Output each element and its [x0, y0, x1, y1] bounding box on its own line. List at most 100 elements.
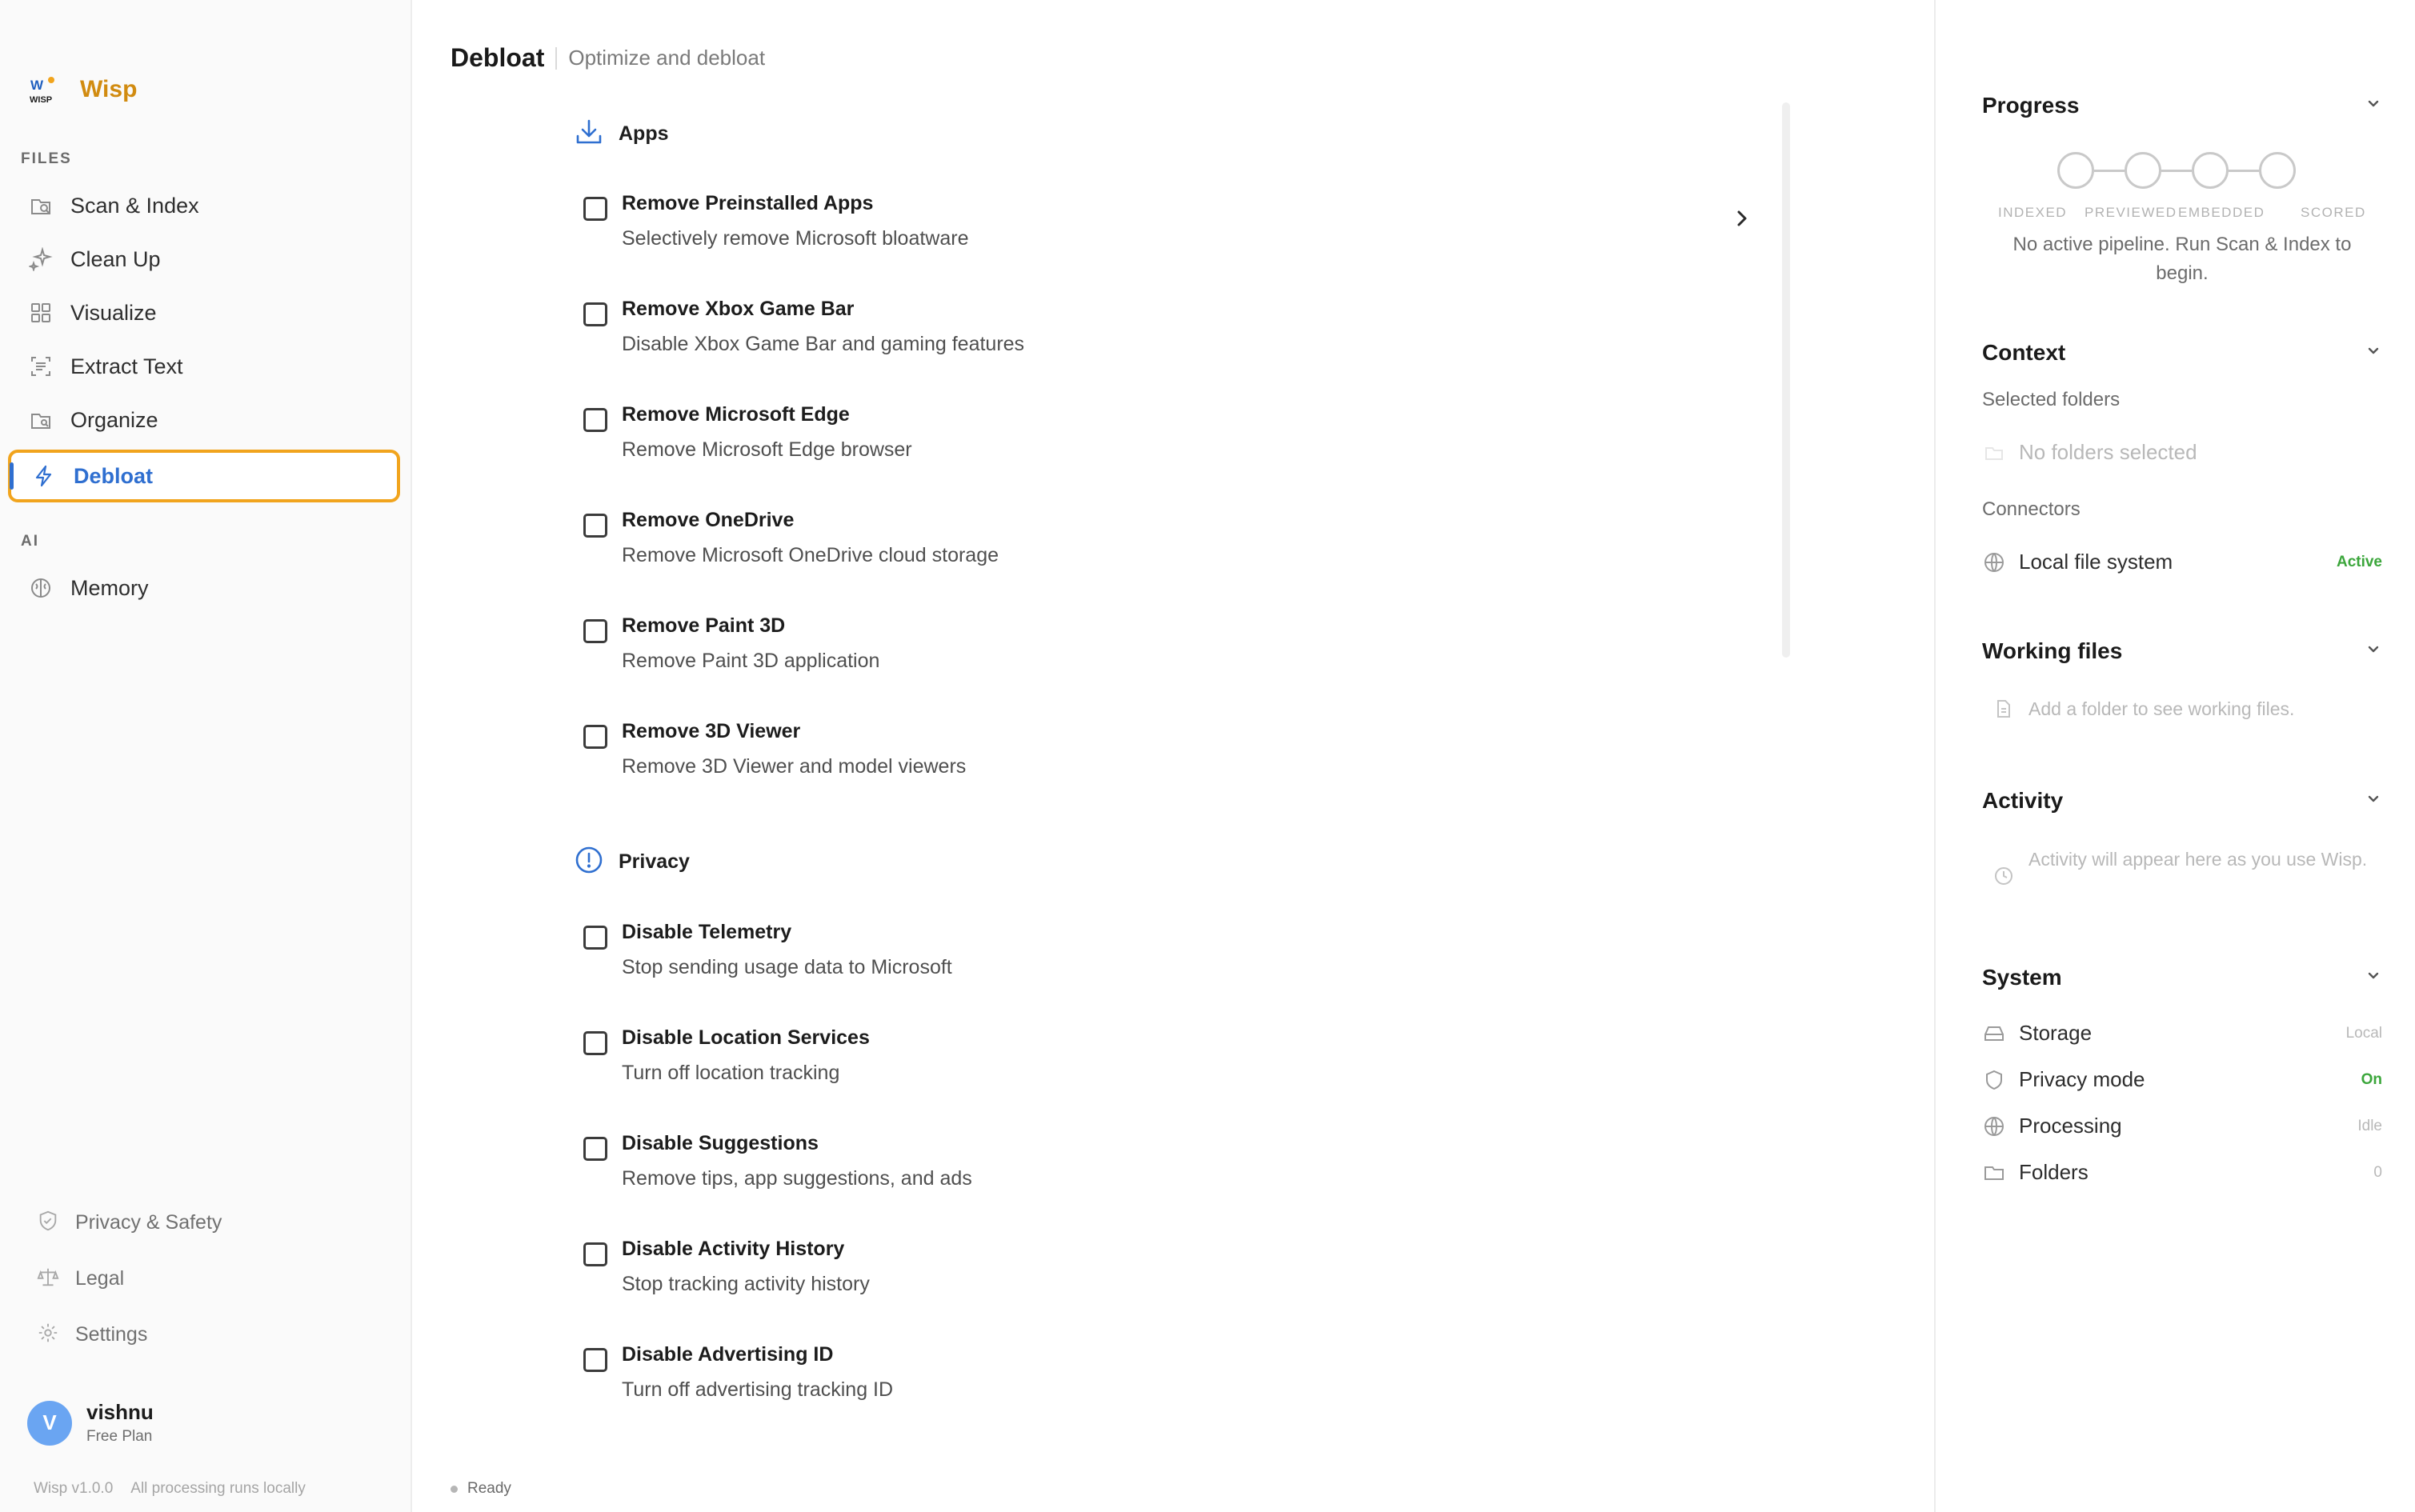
sidebar-item-label: Extract Text: [70, 354, 183, 378]
step-circle: [2259, 152, 2296, 189]
working-files-empty-row: Add a folder to see working files.: [1992, 697, 2392, 721]
download-icon: [574, 117, 604, 151]
version-info: Wisp v1.0.0 All processing runs locally: [34, 1480, 306, 1498]
sidebar-item-clean-up[interactable]: Clean Up: [8, 233, 400, 286]
folder-search-icon: [27, 406, 54, 434]
system-row-label: Storage: [2019, 1021, 2093, 1045]
sidebar-item-label: Organize: [70, 407, 158, 432]
text-scan-icon: [27, 353, 54, 380]
section-title: Progress: [1982, 93, 2080, 118]
chevron-down-icon[interactable]: [2365, 641, 2382, 662]
chevron-down-icon[interactable]: [2365, 342, 2382, 364]
user-profile[interactable]: V vishnu Free Plan: [27, 1400, 154, 1446]
pipeline-steps: [2057, 152, 2296, 189]
chevron-down-icon[interactable]: [2365, 95, 2382, 117]
sidebar-item-debloat[interactable]: Debloat: [8, 450, 400, 502]
group-header-privacy: Privacy: [574, 845, 690, 879]
chevron-right-icon[interactable]: [1732, 206, 1752, 234]
app-name: Wisp: [80, 76, 138, 102]
sidebar-item-organize[interactable]: Organize: [8, 394, 400, 446]
alert-circle-icon: [574, 845, 604, 879]
sidebar-item-visualize[interactable]: Visualize: [8, 286, 400, 339]
globe-icon: [1982, 1114, 2006, 1138]
footer-label: Privacy & Safety: [75, 1211, 222, 1234]
ai-section-label: AI: [21, 533, 39, 550]
sparkle-icon: [27, 246, 54, 273]
folder-icon: [1982, 441, 2006, 465]
status-bar: Ready: [451, 1480, 511, 1498]
checkbox[interactable]: [583, 408, 607, 432]
shield-icon: [1982, 1068, 2006, 1092]
connector-local-file-system[interactable]: Local file system Active: [1982, 550, 2382, 574]
connector-label: Local file system: [2019, 550, 2173, 574]
section-title: Context: [1982, 340, 2066, 365]
activity-empty-text: Activity will appear here as you use Wis…: [2029, 849, 2368, 870]
step-circle: [2057, 152, 2094, 189]
checkbox[interactable]: [583, 619, 607, 643]
checkbox[interactable]: [583, 1242, 607, 1266]
privacy-safety-link[interactable]: Privacy & Safety: [37, 1210, 222, 1236]
activity-section-header[interactable]: Activity: [1982, 788, 2382, 814]
user-plan: Free Plan: [86, 1428, 153, 1445]
system-row-privacy-mode: Privacy mode On: [1982, 1067, 2382, 1092]
legal-link[interactable]: Legal: [37, 1266, 124, 1292]
page-title: Debloat: [451, 43, 545, 72]
checkbox[interactable]: [583, 197, 607, 221]
system-section-header[interactable]: System: [1982, 965, 2382, 990]
checkbox[interactable]: [583, 302, 607, 326]
context-section-header[interactable]: Context: [1982, 340, 2382, 366]
section-title: Activity: [1982, 788, 2064, 813]
version-label: Wisp v1.0.0: [34, 1480, 114, 1497]
clock-icon: [1992, 864, 2016, 888]
checkbox[interactable]: [583, 725, 607, 749]
local-processing-note: All processing runs locally: [130, 1480, 306, 1497]
checkbox[interactable]: [583, 1031, 607, 1055]
group-label: Apps: [619, 122, 669, 145]
file-icon: [1992, 697, 2016, 721]
checkbox[interactable]: [583, 1137, 607, 1161]
option-description: Remove Microsoft Edge browser: [622, 438, 912, 461]
progress-section-header[interactable]: Progress: [1982, 93, 2382, 118]
grid-icon: [27, 299, 54, 326]
drive-icon: [1982, 1022, 2006, 1046]
step-connector: [2161, 169, 2192, 172]
option-title: Disable Activity History: [622, 1238, 845, 1260]
option-description: Remove Microsoft OneDrive cloud storage: [622, 544, 999, 566]
activity-empty-row: Activity will appear here as you use Wis…: [1992, 846, 2392, 888]
working-files-section-header[interactable]: Working files: [1982, 638, 2382, 664]
gear-icon: [37, 1322, 59, 1348]
folder-icon: [1982, 1161, 2006, 1185]
scrollbar[interactable]: [1782, 102, 1790, 658]
sidebar-item-label: Memory: [70, 575, 149, 600]
page-subtitle: Optimize and debloat: [568, 46, 766, 70]
system-row-value: Local: [2345, 1024, 2382, 1042]
checkbox[interactable]: [583, 1348, 607, 1372]
scale-icon: [37, 1266, 59, 1292]
settings-link[interactable]: Settings: [37, 1322, 147, 1348]
footer-label: Legal: [75, 1267, 125, 1290]
step-circle: [2125, 152, 2161, 189]
option-description: Remove 3D Viewer and model viewers: [622, 755, 967, 778]
user-name: vishnu: [86, 1400, 154, 1424]
step-label: INDEXED: [1998, 205, 2068, 220]
option-description: Turn off location tracking: [622, 1062, 840, 1084]
system-row-value: On: [2361, 1070, 2382, 1088]
working-files-empty-text: Add a folder to see working files.: [2029, 698, 2295, 719]
step-connector: [2094, 169, 2125, 172]
connectors-label: Connectors: [1982, 498, 2081, 520]
sidebar-item-extract-text[interactable]: Extract Text: [8, 340, 400, 393]
option-description: Remove tips, app suggestions, and ads: [622, 1167, 972, 1190]
status-text: Ready: [467, 1480, 511, 1497]
checkbox[interactable]: [583, 926, 607, 950]
sidebar-item-scan-index[interactable]: Scan & Index: [8, 179, 400, 232]
section-title: System: [1982, 965, 2062, 990]
checkbox[interactable]: [583, 514, 607, 538]
system-row-processing: Processing Idle: [1982, 1114, 2382, 1138]
brand: W WISP Wisp: [27, 72, 137, 107]
chevron-down-icon[interactable]: [2365, 967, 2382, 989]
right-panel: Progress INDEXED PREVIEWED EMBEDDED SCOR…: [1934, 0, 2415, 1512]
chevron-down-icon[interactable]: [2365, 790, 2382, 812]
sidebar-item-memory[interactable]: Memory: [8, 562, 400, 614]
option-description: Selectively remove Microsoft bloatware: [622, 227, 969, 250]
step-connector: [2229, 169, 2259, 172]
